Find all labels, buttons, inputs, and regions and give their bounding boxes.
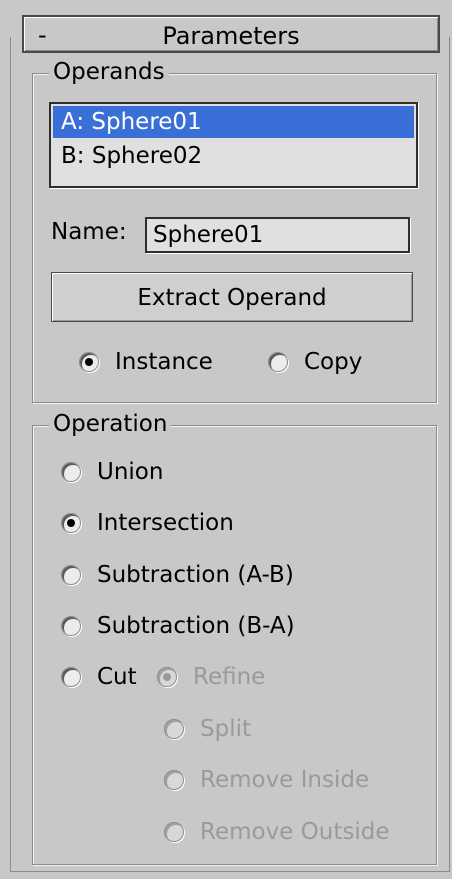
operation-group: Operation Union Intersection Subtraction… (32, 410, 437, 865)
remove-inside-radio-label: Remove Inside (200, 767, 370, 793)
remove-outside-radio-icon (164, 822, 184, 842)
parameters-rollout-header[interactable]: - Parameters (22, 15, 440, 53)
remove-inside-radio-icon (164, 770, 184, 790)
refine-radio-icon (157, 667, 177, 687)
cut-radio-icon[interactable] (61, 667, 81, 687)
remove-inside-radio-option: Remove Inside (164, 766, 369, 794)
operand-list-item-a[interactable]: A: Sphere01 (53, 106, 414, 138)
copy-radio-option[interactable]: Copy (268, 348, 362, 376)
remove-outside-radio-option: Remove Outside (164, 818, 389, 846)
rollout-title: Parameters (162, 22, 300, 50)
subtraction-ab-radio-icon[interactable] (61, 565, 81, 585)
extract-operand-button[interactable]: Extract Operand (51, 272, 413, 322)
cut-radio-option[interactable]: Cut (61, 663, 137, 691)
instance-radio-icon[interactable] (79, 352, 99, 372)
operation-group-title: Operation (49, 410, 172, 438)
refine-radio-label: Refine (193, 664, 266, 690)
intersection-radio-icon[interactable] (61, 513, 81, 533)
operands-group: Operands A: Sphere01 B: Sphere02 Name: E… (32, 58, 437, 403)
union-radio-icon[interactable] (61, 462, 81, 482)
split-radio-icon (164, 719, 184, 739)
name-label: Name: (51, 219, 127, 245)
subtraction-ba-radio-label: Subtraction (B-A) (97, 613, 295, 639)
cut-radio-label: Cut (97, 664, 137, 690)
instance-radio-label: Instance (115, 349, 213, 375)
refine-radio-option: Refine (157, 663, 265, 691)
union-radio-option[interactable]: Union (61, 458, 163, 486)
operand-list-item-b[interactable]: B: Sphere02 (53, 140, 414, 172)
subtraction-ab-radio-label: Subtraction (A-B) (97, 562, 294, 588)
operands-listbox[interactable]: A: Sphere01 B: Sphere02 (49, 102, 418, 188)
instance-radio-option[interactable]: Instance (79, 348, 213, 376)
copy-radio-label: Copy (304, 349, 363, 375)
subtraction-ba-radio-icon[interactable] (61, 616, 81, 636)
operand-name-input[interactable] (145, 217, 410, 253)
copy-radio-icon[interactable] (268, 352, 288, 372)
subtraction-ab-radio-option[interactable]: Subtraction (A-B) (61, 561, 294, 589)
operands-group-title: Operands (49, 58, 169, 86)
split-radio-option: Split (164, 715, 251, 743)
subtraction-ba-radio-option[interactable]: Subtraction (B-A) (61, 612, 295, 640)
intersection-radio-label: Intersection (97, 510, 234, 536)
union-radio-label: Union (97, 459, 164, 485)
intersection-radio-option[interactable]: Intersection (61, 509, 234, 537)
remove-outside-radio-label: Remove Outside (200, 819, 390, 845)
split-radio-label: Split (200, 716, 251, 742)
